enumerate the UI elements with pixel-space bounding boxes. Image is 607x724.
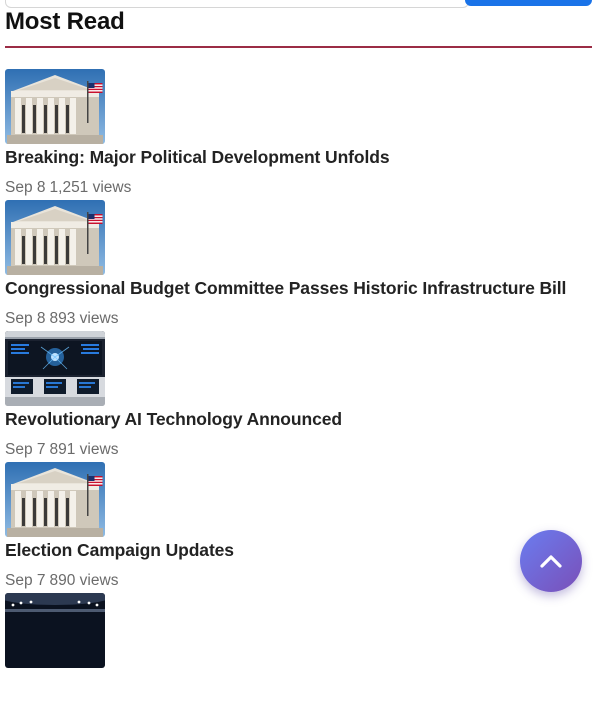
list-item[interactable]: Revolutionary AI Technology Announced Se… (5, 331, 600, 462)
capitol-building-image (5, 200, 105, 275)
article-date: Sep 7 (5, 441, 46, 458)
article-views: 1,251 views (49, 179, 132, 196)
capitol-building-image (5, 462, 105, 537)
article-thumbnail[interactable] (5, 462, 105, 537)
section-divider (5, 46, 592, 48)
ai-control-room-image (5, 331, 105, 406)
article-date: Sep 8 (5, 179, 46, 196)
article-meta: Sep 7 890 views (5, 572, 118, 590)
article-title-link[interactable]: Election Campaign Updates (5, 540, 234, 561)
article-meta: Sep 7 891 views (5, 441, 118, 459)
list-item[interactable] (5, 593, 600, 724)
list-item[interactable]: Election Campaign Updates Sep 7 890 views (5, 462, 600, 593)
article-views: 891 views (49, 441, 119, 458)
search-input[interactable] (5, 0, 469, 8)
chevron-up-icon (540, 555, 562, 568)
article-thumbnail[interactable] (5, 69, 105, 144)
article-meta: Sep 8 1,251 views (5, 179, 131, 197)
article-meta: Sep 8 893 views (5, 310, 118, 328)
article-thumbnail[interactable] (5, 200, 105, 275)
most-read-list: Breaking: Major Political Development Un… (5, 69, 600, 724)
list-item[interactable]: Breaking: Major Political Development Un… (5, 69, 600, 200)
list-item[interactable]: Congressional Budget Committee Passes Hi… (5, 200, 600, 331)
article-thumbnail[interactable] (5, 331, 105, 406)
article-views: 890 views (49, 572, 119, 589)
article-title-link[interactable]: Congressional Budget Committee Passes Hi… (5, 278, 566, 299)
section-title: Most Read (5, 8, 125, 35)
header-search-bar (0, 0, 607, 8)
article-date: Sep 8 (5, 310, 46, 327)
stadium-lights-image (5, 593, 105, 668)
article-views: 893 views (49, 310, 119, 327)
article-title-link[interactable]: Breaking: Major Political Development Un… (5, 147, 390, 168)
article-date: Sep 7 (5, 572, 46, 589)
scroll-to-top-button[interactable] (520, 530, 582, 592)
search-button[interactable] (465, 0, 592, 6)
article-title-link[interactable]: Revolutionary AI Technology Announced (5, 409, 342, 430)
article-thumbnail[interactable] (5, 593, 105, 668)
capitol-building-image (5, 69, 105, 144)
